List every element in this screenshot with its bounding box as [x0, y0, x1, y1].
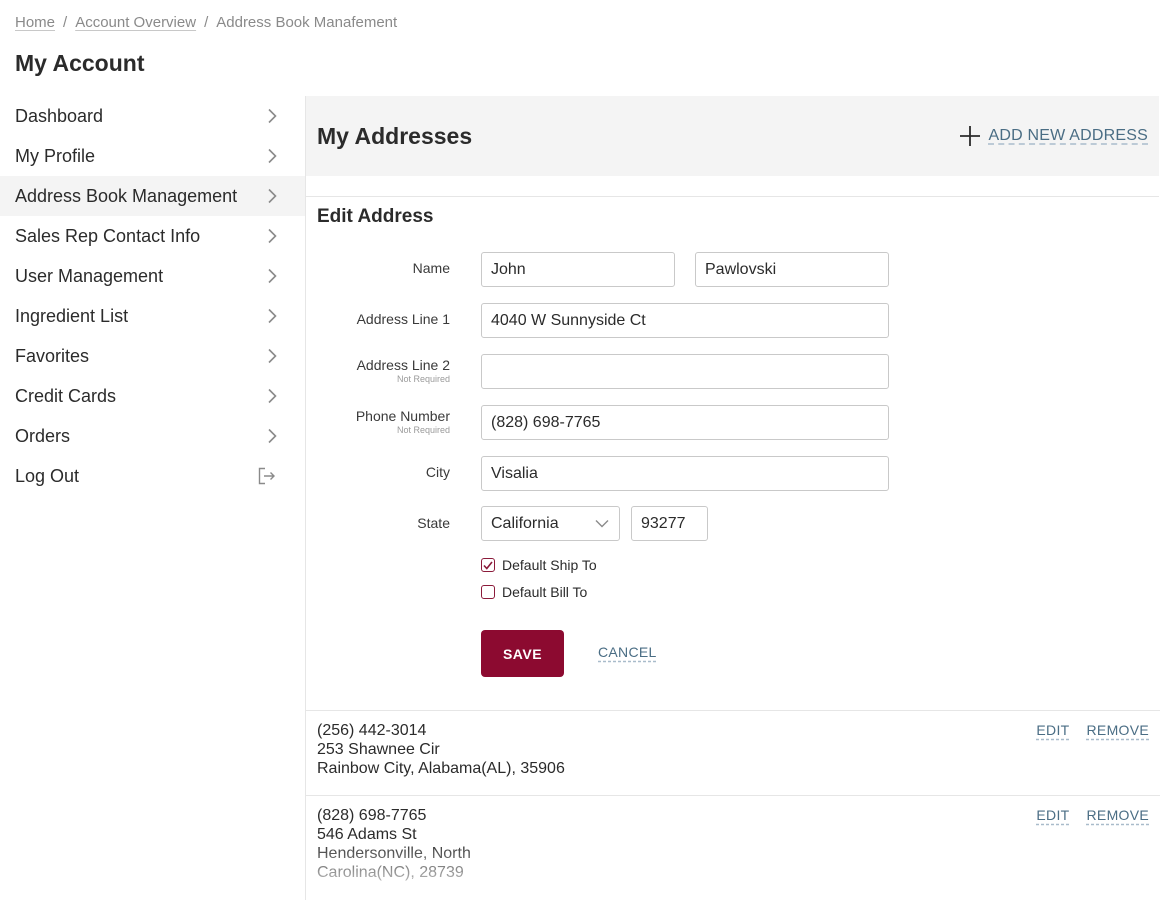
sidebar-item-label: Log Out: [15, 465, 80, 486]
sidebar-item-orders[interactable]: Orders: [0, 416, 305, 456]
sidebar-item-label: User Management: [15, 265, 164, 286]
chevron-right-icon: [268, 428, 277, 444]
addresses-header: My Addresses ADD NEW ADDRESS: [306, 96, 1159, 176]
address-phone: (256) 442-3014: [317, 722, 427, 739]
address-city-state: Hendersonville, North: [317, 845, 471, 862]
divider: [306, 196, 1159, 197]
addresses-title: My Addresses: [317, 122, 473, 149]
address-city-state: Rainbow City, Alabama(AL), 35906: [317, 760, 565, 777]
name-label: Name: [412, 260, 450, 276]
sidebar-item-favorites[interactable]: Favorites: [0, 336, 305, 376]
chevron-right-icon: [268, 108, 277, 124]
city-label: City: [425, 464, 450, 480]
sidebar-item-label: Credit Cards: [15, 385, 117, 406]
sidebar-item-label: Sales Rep Contact Info: [15, 225, 201, 246]
address-line-2-field[interactable]: [481, 354, 889, 389]
breadcrumb-separator: /: [204, 14, 209, 31]
sidebar-item-address-book[interactable]: Address Book Management: [0, 176, 305, 216]
sidebar-item-label: Address Book Management: [15, 185, 238, 206]
edit-address-button[interactable]: EDIT: [1036, 806, 1069, 825]
address-actions: EDIT REMOVE: [1036, 806, 1149, 825]
chevron-right-icon: [268, 148, 277, 164]
sidebar-item-sales-rep[interactable]: Sales Rep Contact Info: [0, 216, 305, 256]
sidebar-item-label: My Profile: [15, 145, 96, 166]
address-city-state-cont: Carolina(NC), 28739: [317, 864, 464, 881]
phone-number-label: Phone Number Not Required: [356, 408, 450, 435]
address-street: 253 Shawnee Cir: [317, 741, 440, 758]
sidebar-item-label: Favorites: [15, 345, 90, 366]
sidebar-item-label: Ingredient List: [15, 305, 129, 326]
address-phone: (828) 698-7765: [317, 807, 427, 824]
first-name-field[interactable]: John: [481, 252, 675, 287]
chevron-right-icon: [268, 268, 277, 284]
default-bill-to-label: Default Bill To: [502, 584, 588, 600]
address-card: (828) 698-7765 546 Adams St Hendersonvil…: [306, 795, 1160, 900]
not-required-note: Not Required: [396, 374, 450, 384]
chevron-right-icon: [268, 188, 277, 204]
address-line-1-label: Address Line 1: [356, 311, 450, 327]
edit-address-button[interactable]: EDIT: [1036, 721, 1069, 740]
remove-address-button[interactable]: REMOVE: [1087, 721, 1149, 740]
state-select-value: California: [491, 514, 559, 532]
chevron-right-icon: [268, 388, 277, 404]
address-line-2-label-text: Address Line 2: [356, 357, 450, 373]
breadcrumb-separator: /: [63, 14, 68, 31]
breadcrumb-current: Address Book Manafement: [216, 14, 398, 31]
plus-icon: [959, 126, 980, 146]
checkbox-checked-icon: [481, 558, 495, 572]
breadcrumb-account-overview-link[interactable]: Account Overview: [75, 14, 196, 31]
breadcrumb: Home / Account Overview / Address Book Manaf…: [15, 14, 397, 31]
sidebar-item-credit-cards[interactable]: Credit Cards: [0, 376, 305, 416]
last-name-field[interactable]: Pawlovski: [695, 252, 889, 287]
zip-field[interactable]: 93277: [631, 506, 708, 541]
address-line-1-field[interactable]: 4040 W Sunnyside Ct: [481, 303, 889, 338]
sidebar-item-user-management[interactable]: User Management: [0, 256, 305, 296]
page-title: My Account: [15, 50, 145, 76]
address-card: (256) 442-3014 253 Shawnee Cir Rainbow C…: [306, 710, 1160, 796]
state-label: State: [417, 515, 450, 531]
sidebar-item-label: Dashboard: [15, 105, 104, 126]
sidebar-item-log-out[interactable]: Log Out: [0, 456, 305, 496]
sidebar-item-ingredient-list[interactable]: Ingredient List: [0, 296, 305, 336]
save-button[interactable]: SAVE: [481, 630, 564, 677]
add-new-address-button[interactable]: ADD NEW ADDRESS: [959, 125, 1148, 147]
default-ship-to-label: Default Ship To: [502, 557, 597, 573]
breadcrumb-home-link[interactable]: Home: [15, 14, 55, 31]
default-ship-to-checkbox[interactable]: Default Ship To: [481, 557, 597, 573]
chevron-right-icon: [268, 348, 277, 364]
sidebar: Dashboard My Profile Address Book Manage…: [0, 96, 305, 496]
sidebar-item-my-profile[interactable]: My Profile: [0, 136, 305, 176]
phone-number-field[interactable]: (828) 698-7765: [481, 405, 889, 440]
phone-number-label-text: Phone Number: [355, 408, 450, 424]
chevron-down-icon: [595, 520, 609, 528]
address-street: 546 Adams St: [317, 826, 417, 843]
chevron-right-icon: [268, 228, 277, 244]
main-panel: My Addresses ADD NEW ADDRESS Edit Addres…: [305, 96, 1160, 900]
sidebar-item-label: Orders: [15, 425, 71, 446]
sidebar-item-dashboard[interactable]: Dashboard: [0, 96, 305, 136]
city-field[interactable]: Visalia: [481, 456, 889, 491]
default-bill-to-checkbox[interactable]: Default Bill To: [481, 584, 587, 600]
address-actions: EDIT REMOVE: [1036, 721, 1149, 740]
state-select[interactable]: California: [481, 506, 620, 541]
cancel-button[interactable]: CANCEL: [598, 644, 657, 660]
remove-address-button[interactable]: REMOVE: [1087, 806, 1149, 825]
checkbox-unchecked-icon: [481, 585, 495, 599]
logout-icon: [258, 467, 275, 485]
address-line-2-label: Address Line 2 Not Required: [357, 357, 450, 384]
edit-address-title: Edit Address: [317, 206, 434, 227]
add-new-address-label: ADD NEW ADDRESS: [988, 127, 1148, 144]
chevron-right-icon: [268, 308, 277, 324]
not-required-note: Not Required: [396, 425, 450, 435]
